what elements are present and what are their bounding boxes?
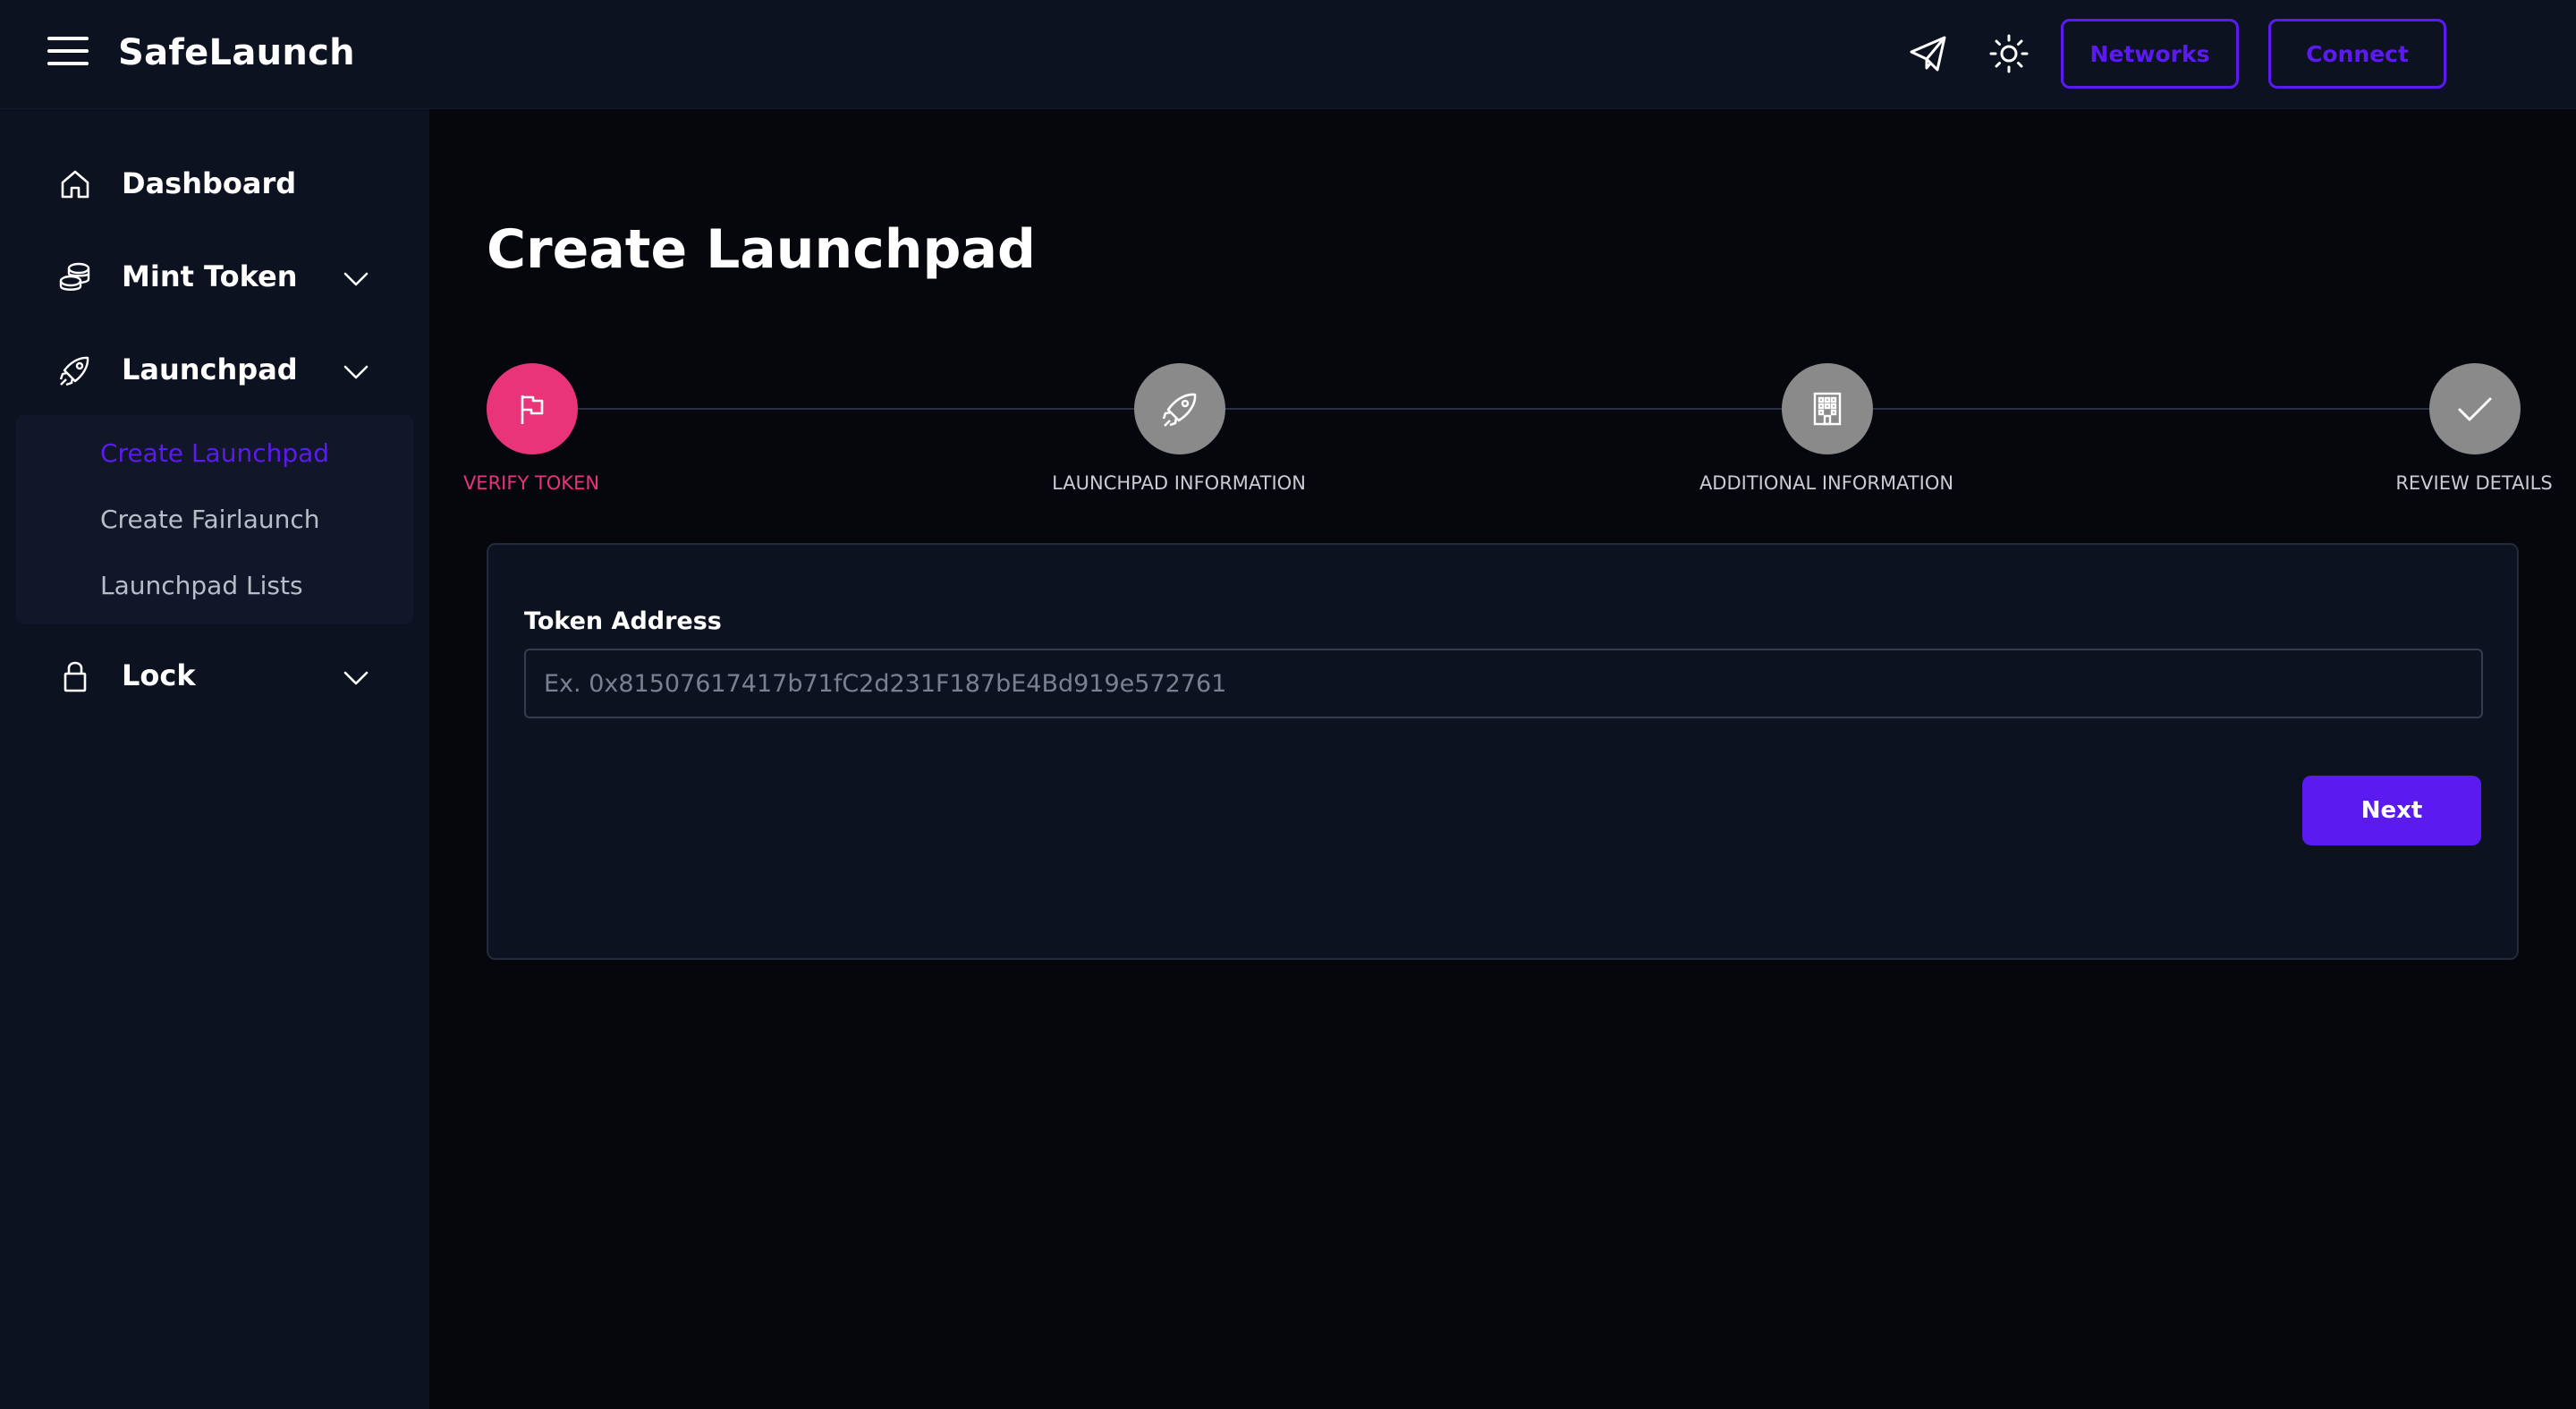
sidebar-item-label: Dashboard <box>122 166 297 200</box>
step-verify-token[interactable] <box>487 363 578 454</box>
submenu-launchpad-lists[interactable]: Launchpad Lists <box>100 571 303 600</box>
coins-icon <box>57 259 93 295</box>
chevron-down-icon <box>342 664 370 692</box>
next-button[interactable]: Next <box>2302 776 2481 845</box>
stepper-track <box>530 408 2517 410</box>
sidebar-item-label: Launchpad <box>122 352 298 386</box>
step-label-verify-token: VERIFY TOKEN <box>462 472 600 494</box>
submenu-create-fairlaunch[interactable]: Create Fairlaunch <box>100 505 320 534</box>
hamburger-menu-icon[interactable] <box>47 35 90 67</box>
connect-wallet-button[interactable]: Connect <box>2268 19 2446 89</box>
networks-button[interactable]: Networks <box>2061 19 2239 89</box>
page-title: Create Launchpad <box>487 218 1036 281</box>
step-launchpad-information[interactable] <box>1134 363 1225 454</box>
sidebar-item-launchpad[interactable]: Launchpad <box>0 335 429 406</box>
lock-icon <box>57 658 93 694</box>
step-label-review-details: REVIEW DETAILS <box>2395 472 2553 494</box>
check-icon <box>2458 397 2492 421</box>
theme-toggle-sun-icon[interactable] <box>1987 32 2030 75</box>
token-address-input[interactable] <box>524 649 2483 718</box>
rocket-icon <box>1162 393 1197 427</box>
step-label-additional-information: ADDITIONAL INFORMATION <box>1699 472 1954 494</box>
home-icon <box>57 166 93 202</box>
rocket-icon <box>57 352 93 388</box>
sidebar-item-lock[interactable]: Lock <box>0 641 429 712</box>
chevron-down-icon <box>342 358 370 386</box>
sidebar-item-dashboard[interactable]: Dashboard <box>0 149 429 220</box>
token-address-label: Token Address <box>524 607 722 635</box>
sidebar-item-label: Lock <box>122 658 196 692</box>
sidebar-item-label: Mint Token <box>122 259 298 293</box>
chevron-down-icon <box>342 265 370 293</box>
launchpad-submenu: Create Launchpad Create Fairlaunch Launc… <box>16 415 413 624</box>
verify-token-card: Token Address Next <box>487 543 2519 960</box>
brand-name: SafeLaunch <box>118 32 355 73</box>
sidebar: Dashboard Mint Token Launchpad Create La… <box>0 109 429 1409</box>
building-icon <box>1813 392 1842 426</box>
step-review-details[interactable] <box>2429 363 2521 454</box>
step-label-launchpad-information: LAUNCHPAD INFORMATION <box>1052 472 1306 494</box>
telegram-icon[interactable] <box>1907 32 1950 75</box>
submenu-create-launchpad[interactable]: Create Launchpad <box>100 438 329 468</box>
sidebar-item-mint-token[interactable]: Mint Token <box>0 242 429 313</box>
step-additional-information[interactable] <box>1782 363 1873 454</box>
top-header: SafeLaunch Networks Connect <box>0 0 2576 109</box>
flag-icon <box>521 395 544 424</box>
